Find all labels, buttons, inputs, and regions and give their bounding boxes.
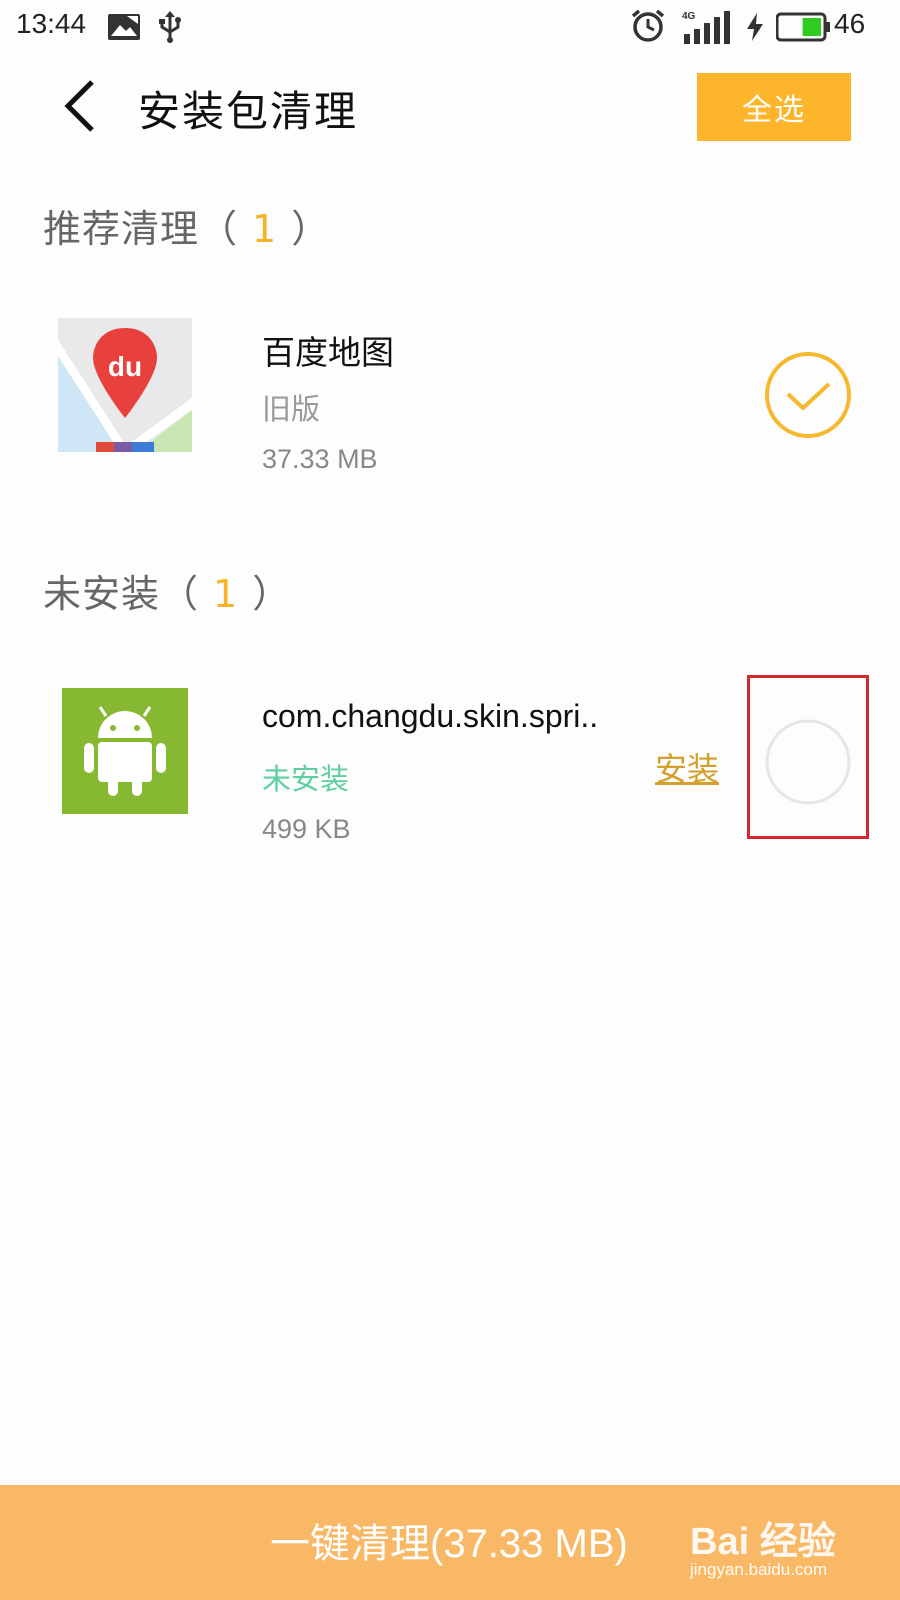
back-arrow-icon[interactable] [58,78,102,134]
status-bar: 13:44 4G 46 [0,0,900,56]
app-name: com.changdu.skin.spri.. [262,698,599,734]
watermark-url: jingyan.baidu.com [690,1560,828,1579]
section-count: 1 [213,572,239,616]
checked-checkbox-icon[interactable] [763,350,853,440]
battery-icon [776,12,830,42]
usb-icon [159,11,181,43]
list-item[interactable]: com.changdu.skin.spri.. 未安装 499 KB 安装 [0,675,900,848]
section-close: ） [252,572,292,616]
gallery-icon [108,14,140,40]
section-header-recommended: 推荐清理（ 1 ） [43,198,330,253]
alarm-icon [631,9,665,42]
baidu-map-icon: du [58,318,192,452]
unchecked-checkbox-icon[interactable] [764,718,852,806]
section-title: 推荐清理（ [43,207,239,251]
app-size: 37.33 MB [262,444,378,474]
section-count: 1 [252,207,278,251]
select-all-button[interactable]: 全选 [697,73,851,141]
section-title: 未安装（ [43,572,200,616]
clean-button-label: 一键清理(37.33 MB) [270,1522,628,1566]
watermark-logo: Bai 经验 [690,1521,836,1563]
app-size: 499 KB [262,814,351,844]
app-name: 百度地图 [262,333,394,372]
app-status: 旧版 [262,392,321,426]
list-item[interactable]: du 百度地图 旧版 37.33 MB [0,318,900,478]
svg-text:du: du [108,351,142,382]
watermark: Bai 经验 jingyan.baidu.com [690,1500,880,1590]
install-link[interactable]: 安装 [655,744,719,790]
app-status: 未安装 [262,762,350,796]
status-time: 13:44 [16,8,87,39]
section-header-not-installed: 未安装（ 1 ） [43,563,291,618]
network-type: 4G [682,11,696,22]
signal-icon: 4G [682,11,730,44]
section-close: ） [291,207,331,251]
page-title: 安装包清理 [138,87,359,136]
charging-icon [747,13,763,41]
android-icon [62,688,188,814]
battery-level: 46 [834,8,866,39]
